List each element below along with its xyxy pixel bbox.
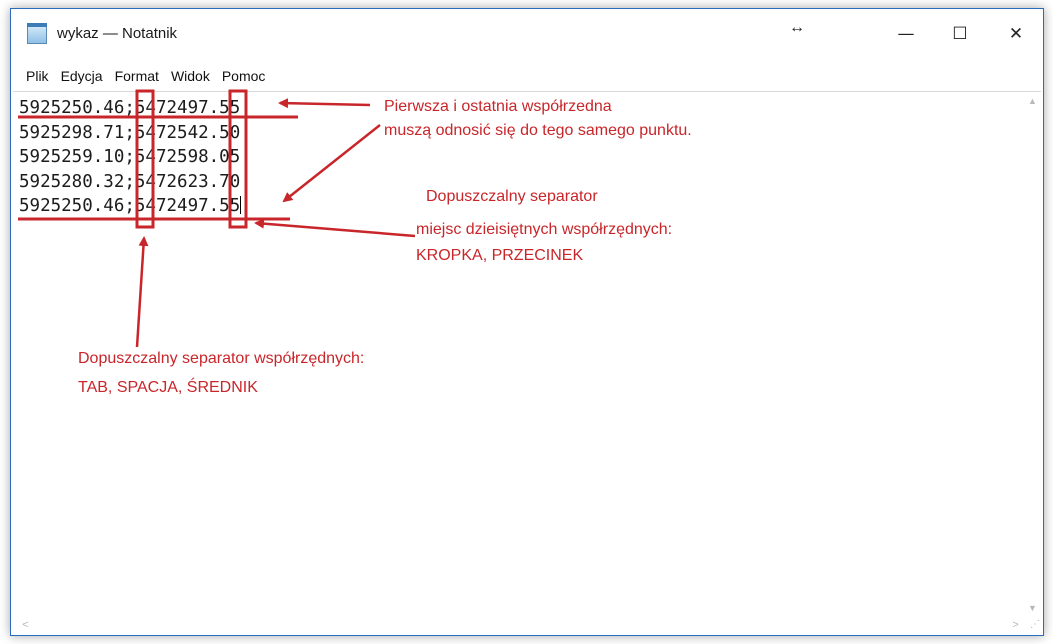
close-button[interactable]: ✕ <box>993 17 1039 51</box>
menu-bar: Plik Edycja Format Widok Pomoc <box>11 63 1043 89</box>
annotation-decimal-line2: miejsc dzieisiętnych współrzędnych: <box>416 221 673 238</box>
text-line: 5925280.32;5472623.70 <box>19 171 241 192</box>
scroll-left-icon[interactable]: < <box>17 616 34 633</box>
text-line: 5925250.46;5472497.55 <box>19 98 241 118</box>
scroll-up-icon[interactable]: ▲ <box>1024 92 1041 109</box>
menu-edycja[interactable]: Edycja <box>60 66 104 86</box>
vertical-scrollbar[interactable]: ▲ ▼ <box>1024 92 1041 616</box>
scroll-down-icon[interactable]: ▼ <box>1024 599 1041 616</box>
annotation-coordinate-line2: TAB, SPACJA, ŚREDNIK <box>78 379 258 396</box>
notepad-icon <box>27 23 47 44</box>
annotation-decimal-line1: Dopuszczalny separator <box>426 188 598 205</box>
maximize-button[interactable]: ☐ <box>937 17 983 51</box>
menu-widok[interactable]: Widok <box>170 66 211 86</box>
scroll-right-icon[interactable]: > <box>1007 616 1024 633</box>
text-line: 5925298.71;5472542.50 <box>19 122 241 143</box>
title-bar[interactable]: wykaz — Notatnik ↔ — ☐ ✕ <box>11 9 1043 59</box>
menu-plik[interactable]: Plik <box>25 66 50 86</box>
annotation-first-last-line2: muszą odnosić się do tego samego punktu. <box>384 122 692 139</box>
annotation-coordinate-line1: Dopuszczalny separator współrzędnych: <box>78 350 365 367</box>
annotation-decimal-line3: KROPKA, PRZECINEK <box>416 247 584 264</box>
window-title: wykaz — Notatnik <box>57 25 178 42</box>
minimize-button[interactable]: — <box>883 17 929 51</box>
horizontal-scrollbar[interactable]: < > <box>13 616 1024 633</box>
text-line: 5925250.46;5472497.55 <box>19 196 241 216</box>
editor-text[interactable]: 5925250.46;5472497.55 5925298.71;5472542.… <box>19 96 242 219</box>
resize-grip-icon[interactable]: ⋰ <box>1026 618 1040 632</box>
annotation-first-last-line1: Pierwsza i ostatnia współrzedna <box>384 98 612 115</box>
text-caret <box>240 196 242 214</box>
menu-format[interactable]: Format <box>114 66 160 86</box>
menu-pomoc[interactable]: Pomoc <box>221 66 267 86</box>
resize-arrows-icon: ↔ <box>789 19 805 36</box>
text-line: 5925259.10;5472598.05 <box>19 147 241 167</box>
